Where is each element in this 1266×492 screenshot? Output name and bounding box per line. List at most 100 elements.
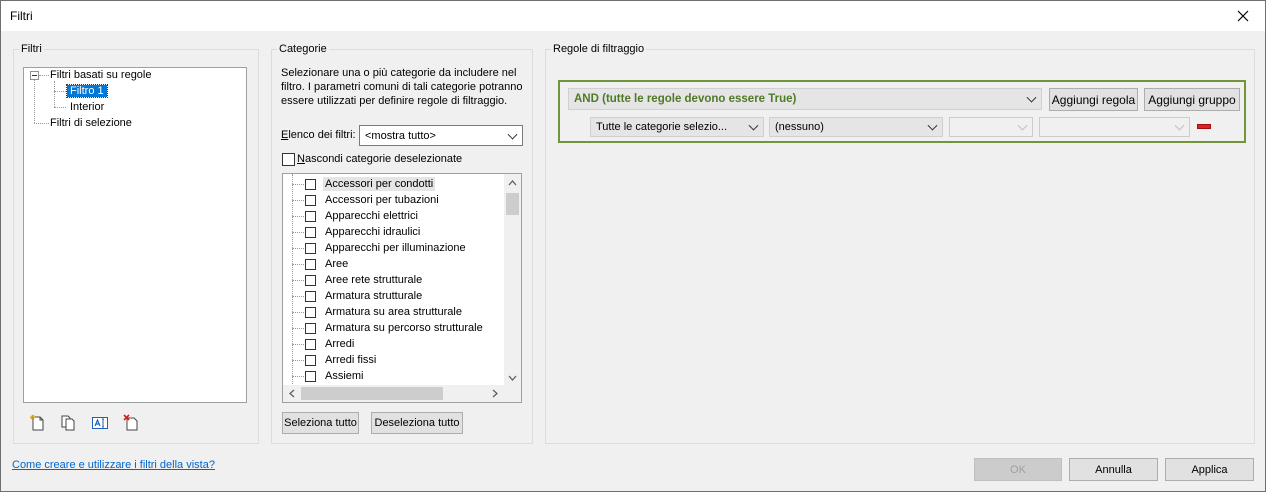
rule-value-dropdown[interactable] bbox=[1039, 117, 1190, 137]
rule-operator-dropdown[interactable] bbox=[949, 117, 1033, 137]
category-label: Assiemi bbox=[325, 370, 364, 382]
new-filter-icon bbox=[30, 414, 44, 431]
category-list-item[interactable]: Arredi bbox=[283, 336, 505, 352]
category-checkbox[interactable] bbox=[305, 179, 316, 190]
category-checkbox[interactable] bbox=[305, 275, 316, 286]
add-rule-button[interactable]: Aggiungi regola bbox=[1049, 88, 1138, 111]
add-group-button[interactable]: Aggiungi gruppo bbox=[1144, 88, 1240, 111]
category-list-item[interactable]: Aree bbox=[283, 256, 505, 272]
category-list-item[interactable]: Armatura su area strutturale bbox=[283, 304, 505, 320]
category-label: Apparecchi elettrici bbox=[325, 210, 418, 222]
hide-unchecked-checkbox[interactable] bbox=[282, 153, 295, 166]
filters-dialog: Filtri Filtri Filtri basati su regole Fi… bbox=[0, 0, 1266, 492]
remove-rule-button[interactable] bbox=[1197, 124, 1211, 129]
close-icon bbox=[1237, 10, 1249, 22]
category-checkbox[interactable] bbox=[305, 339, 316, 350]
rename-filter-icon bbox=[92, 417, 108, 429]
category-checkbox[interactable] bbox=[305, 195, 316, 206]
category-checkbox[interactable] bbox=[305, 227, 316, 238]
filter-list-value: <mostra tutto> bbox=[365, 129, 436, 142]
cancel-button[interactable]: Annulla bbox=[1069, 458, 1158, 481]
tree-line bbox=[292, 232, 304, 233]
tree-item-label: Filtri basati su regole bbox=[50, 69, 152, 81]
category-list-item[interactable]: Accessori per condotti bbox=[283, 176, 505, 192]
category-list-item[interactable]: Apparecchi idraulici bbox=[283, 224, 505, 240]
window-title: Filtri bbox=[10, 9, 33, 23]
duplicate-filter-button[interactable] bbox=[59, 414, 77, 432]
chevron-down-icon bbox=[1026, 92, 1037, 103]
category-checkbox[interactable] bbox=[305, 211, 316, 222]
category-list-item[interactable]: Apparecchi per illuminazione bbox=[283, 240, 505, 256]
title-bar: Filtri bbox=[1, 1, 1265, 31]
scroll-left-icon bbox=[289, 389, 295, 398]
select-all-button[interactable]: Seleziona tutto bbox=[282, 412, 359, 434]
category-label: Arredi bbox=[325, 338, 355, 350]
category-checkbox[interactable] bbox=[305, 259, 316, 270]
delete-filter-button[interactable] bbox=[122, 414, 140, 432]
vertical-scroll-thumb[interactable] bbox=[506, 193, 519, 215]
category-checkbox[interactable] bbox=[305, 371, 316, 382]
category-label: Accessori per condotti bbox=[323, 177, 436, 191]
tree-line bbox=[292, 216, 304, 217]
chevron-down-icon bbox=[507, 129, 518, 140]
new-filter-button[interactable] bbox=[29, 414, 47, 432]
category-list-item[interactable]: Armatura su percorso strutturale bbox=[283, 320, 505, 336]
horizontal-scroll-thumb[interactable] bbox=[301, 387, 443, 400]
category-checkbox[interactable] bbox=[305, 323, 316, 334]
group-operator-dropdown[interactable]: AND (tutte le regole devono essere True) bbox=[568, 88, 1042, 110]
rule-category-dropdown[interactable]: Tutte le categorie selezio... bbox=[590, 117, 764, 137]
tree-line bbox=[292, 344, 304, 345]
apply-button[interactable]: Applica bbox=[1165, 458, 1254, 481]
tree-item-label: Filtri di selezione bbox=[50, 117, 132, 129]
tree-line bbox=[292, 296, 304, 297]
tree-line bbox=[292, 264, 304, 265]
category-list-item[interactable]: Apparecchi elettrici bbox=[283, 208, 505, 224]
help-link[interactable]: Come creare e utilizzare i filtri della … bbox=[12, 459, 215, 471]
close-button[interactable] bbox=[1225, 3, 1261, 29]
tree-item-label: Interior bbox=[70, 101, 105, 113]
category-list-item[interactable]: Assiemi bbox=[283, 368, 505, 384]
tree-line bbox=[34, 123, 49, 124]
collapse-toggle[interactable] bbox=[30, 71, 39, 80]
filters-tree[interactable]: Filtri basati su regole Filtro 1 Interio… bbox=[23, 67, 247, 403]
tree-line bbox=[54, 91, 66, 92]
category-label: Aree bbox=[325, 258, 349, 270]
rules-legend: Regole di filtraggio bbox=[551, 43, 647, 55]
duplicate-filter-icon bbox=[61, 415, 75, 431]
tree-item-interior[interactable]: Interior bbox=[70, 100, 104, 114]
select-all-label: Seleziona tutto bbox=[284, 417, 357, 429]
deselect-all-button[interactable]: Deseleziona tutto bbox=[371, 412, 463, 434]
category-list-item[interactable]: Accessori per tubazioni bbox=[283, 192, 505, 208]
add-rule-label: Aggiungi regola bbox=[1051, 92, 1136, 107]
category-label: Apparecchi idraulici bbox=[325, 226, 421, 238]
horizontal-scrollbar[interactable] bbox=[283, 385, 521, 402]
tree-item-selection-filters[interactable]: Filtri di selezione bbox=[50, 116, 132, 130]
category-list-item[interactable]: Arredi fissi bbox=[283, 352, 505, 368]
category-checkbox[interactable] bbox=[305, 307, 316, 318]
category-list-item[interactable]: Armatura strutturale bbox=[283, 288, 505, 304]
cancel-label: Annulla bbox=[1095, 463, 1132, 476]
category-label: Armatura strutturale bbox=[325, 290, 423, 302]
category-list-item[interactable]: Aree rete strutturale bbox=[283, 272, 505, 288]
tree-line bbox=[292, 248, 304, 249]
tree-line bbox=[292, 312, 304, 313]
chevron-down-icon bbox=[748, 120, 759, 131]
tree-line bbox=[34, 80, 35, 123]
filter-list-dropdown[interactable]: <mostra tutto> bbox=[359, 125, 523, 146]
rule-parameter-dropdown[interactable]: (nessuno) bbox=[769, 117, 943, 137]
ok-button[interactable]: OK bbox=[974, 458, 1062, 481]
tree-item-filtro-1[interactable]: Filtro 1 bbox=[66, 84, 108, 98]
tree-line bbox=[292, 184, 304, 185]
vertical-scrollbar[interactable] bbox=[504, 174, 521, 386]
categories-list[interactable]: Accessori per condotti Accessori per tuba… bbox=[282, 173, 522, 403]
category-checkbox[interactable] bbox=[305, 291, 316, 302]
tree-item-rule-filters[interactable]: Filtri basati su regole bbox=[50, 68, 152, 82]
tree-line bbox=[54, 107, 66, 108]
tree-line bbox=[292, 328, 304, 329]
category-checkbox[interactable] bbox=[305, 355, 316, 366]
chevron-down-icon bbox=[1017, 120, 1028, 131]
rename-filter-button[interactable] bbox=[91, 414, 109, 432]
category-checkbox[interactable] bbox=[305, 243, 316, 254]
category-label: Arredi fissi bbox=[325, 354, 377, 366]
filter-list-label: Elenco dei filtri: bbox=[281, 129, 356, 141]
